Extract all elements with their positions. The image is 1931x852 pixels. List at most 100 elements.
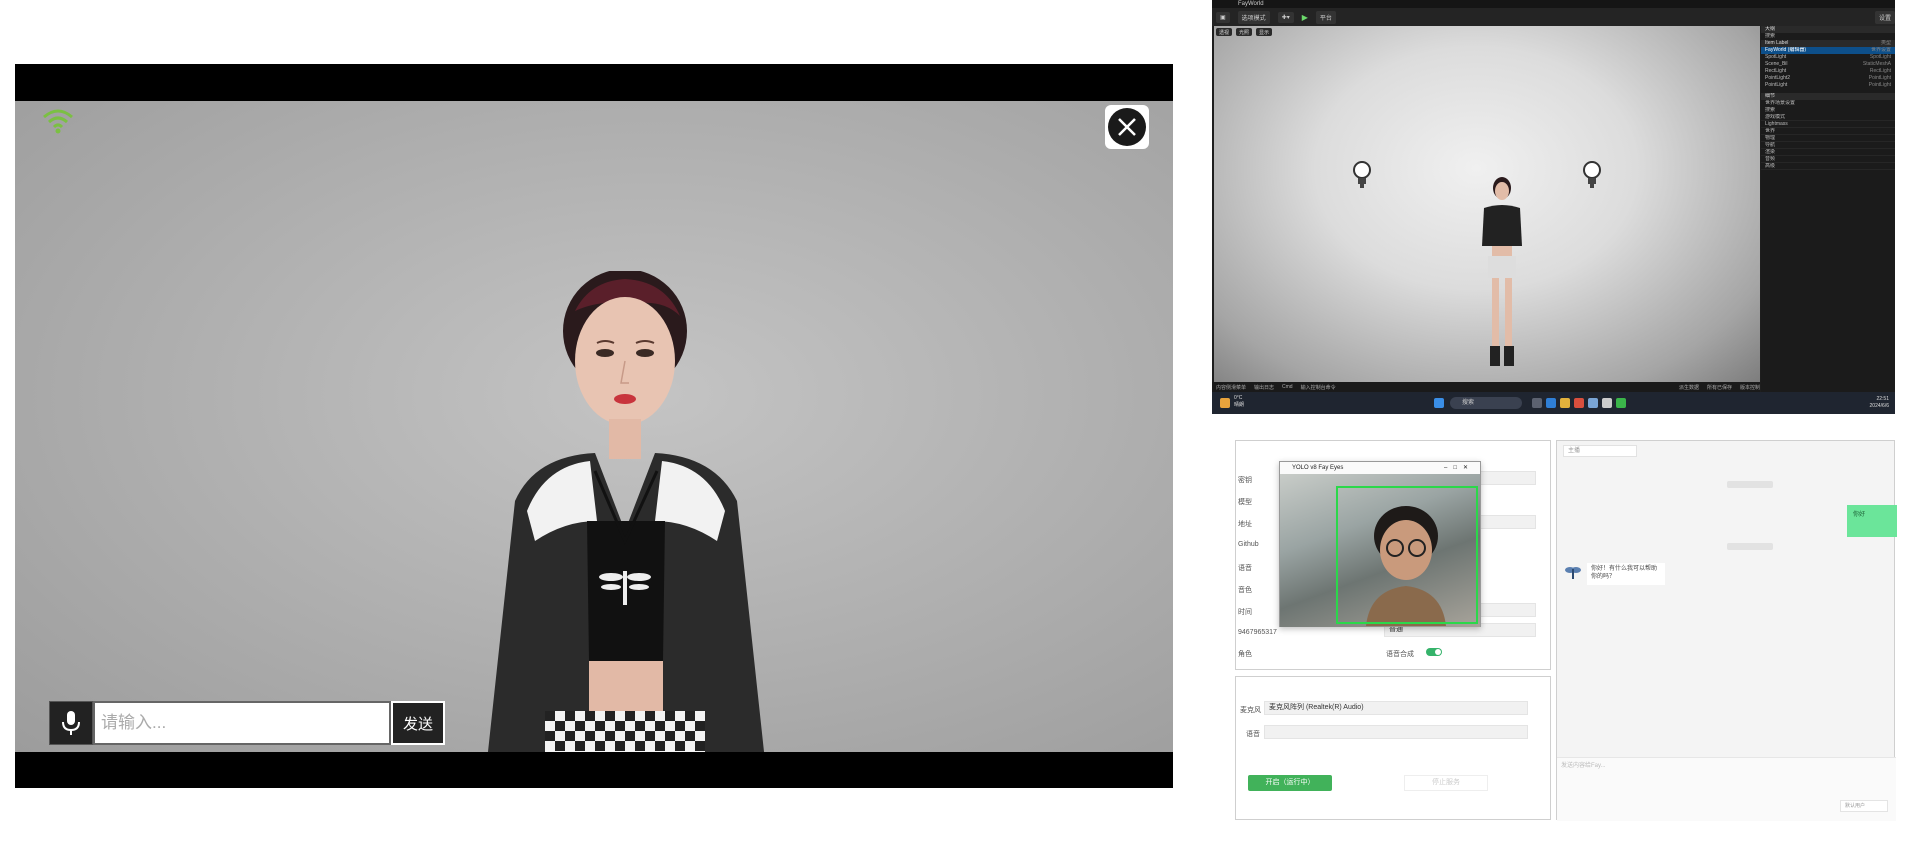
digital-human-avatar (487, 271, 765, 752)
chat-timestamp (1727, 543, 1773, 550)
taskbar-clock[interactable]: 22:51 2024/6/6 (1870, 396, 1889, 410)
details-tab[interactable]: 世界场景设置 (1761, 100, 1895, 107)
mic-select[interactable]: 麦克风阵列 (Realtek(R) Audio) (1264, 701, 1528, 715)
speaker-select[interactable] (1264, 725, 1528, 739)
user-select[interactable]: 默认用户 (1840, 800, 1888, 812)
viewport-lighting[interactable]: 光照 (1236, 28, 1253, 36)
toolbar-platform[interactable]: 平台 (1315, 10, 1336, 24)
outliner-item-label: Item Label (1765, 40, 1789, 46)
details-category[interactable]: 导航 (1761, 142, 1895, 149)
details-category[interactable]: Lightmass (1761, 121, 1895, 128)
details-search[interactable]: 搜索 (1761, 107, 1895, 114)
outliner-item[interactable]: Scene_Bil StaticMeshA (1761, 61, 1895, 68)
close-button[interactable] (1105, 105, 1149, 149)
chat-compose-area[interactable]: 发送内容给Fay... 默认用户 (1557, 757, 1896, 821)
details-category[interactable]: 游戏模式 (1761, 114, 1895, 121)
yolo-camera-window[interactable]: YOLO v8 Fay Eyes –□✕ (1279, 461, 1481, 627)
audio-config-panel: 麦克风 麦克风阵列 (Realtek(R) Audio) 语音 开启（运行中） … (1235, 676, 1551, 820)
details-category[interactable]: 物理 (1761, 135, 1895, 142)
config-label: 地址 (1238, 521, 1252, 528)
window-controls[interactable]: –□✕ (1444, 462, 1474, 474)
level-viewport[interactable]: 透视 光照 显示 (1214, 26, 1760, 382)
stop-service-button[interactable]: 停止服务 (1404, 775, 1488, 791)
send-button[interactable]: 发送 (391, 701, 445, 745)
light-bulb-icon[interactable] (1582, 160, 1602, 190)
outliner-item[interactable]: PointLight PointLight (1761, 82, 1895, 89)
start-icon[interactable] (1434, 398, 1444, 408)
outliner-item[interactable]: SpotLight SpotLight (1761, 54, 1895, 61)
outliner-item[interactable]: PointLight2 PointLight (1761, 75, 1895, 82)
outliner-item-label: FayWorld (编辑器) (1765, 47, 1807, 53)
toolbar-mode[interactable]: 选项模式 (1237, 10, 1270, 24)
app-icon[interactable] (1574, 398, 1584, 408)
start-service-button[interactable]: 开启（运行中） (1248, 775, 1332, 791)
outliner-search[interactable]: 搜索 (1761, 33, 1895, 40)
outliner-item-type: StaticMeshA (1862, 61, 1891, 67)
outliner-item[interactable]: FayWorld (编辑器) 世界设置 (1761, 47, 1895, 54)
chat-input-bar: 发送 (49, 701, 445, 745)
details-header: 细节 (1761, 93, 1895, 100)
cmd-button[interactable]: Cmd (1282, 384, 1293, 390)
unreal-editor-window: FayWorld ▣ 选项模式 ✚▾ ▶ 平台 设置 透视 光照 显示 大纲 搜… (1212, 0, 1895, 414)
outliner-item-label: PointLight (1765, 82, 1788, 88)
chat-compose-placeholder: 发送内容给Fay... (1561, 763, 1606, 769)
taskbar-search[interactable]: 搜索 (1450, 397, 1522, 409)
details-category[interactable]: 高级 (1761, 163, 1895, 170)
role-select[interactable]: 主播 (1563, 445, 1637, 457)
content-drawer-button[interactable]: 内容侧滑菜单 (1216, 384, 1246, 391)
config-label: Github (1238, 541, 1259, 548)
clock-date: 2024/6/6 (1869, 403, 1889, 409)
outliner-panel: 大纲 搜索 Item Label 类型 FayWorld (编辑器) 世界设置 Spot… (1761, 26, 1895, 414)
outliner-item[interactable]: RectLight RectLight (1761, 68, 1895, 75)
outliner-header: 大纲 (1761, 26, 1895, 33)
outliner-item[interactable]: Item Label 类型 (1761, 40, 1895, 47)
message-input[interactable] (93, 701, 391, 745)
avatar-stage: 发送 (15, 101, 1173, 752)
outliner-item-type: 类型 (1880, 40, 1891, 46)
viewport-perspective[interactable]: 透视 (1216, 28, 1233, 36)
derived-data-button[interactable]: 派生数据 (1679, 384, 1699, 391)
editor-status-bar: 内容侧滑菜单 输出日志 Cmd 输入控制台命令 派生数据 所有已保存 版本控制 (1212, 382, 1760, 392)
speaker-label: 语音 (1246, 731, 1260, 738)
details-category[interactable]: 世界 (1761, 128, 1895, 135)
source-control-button[interactable]: 版本控制 (1740, 384, 1760, 391)
outliner-item-type: PointLight (1868, 75, 1891, 81)
save-icon[interactable]: ▣ (1216, 11, 1230, 23)
microphone-button[interactable] (49, 701, 93, 745)
console-input[interactable]: 输入控制台命令 (1301, 384, 1336, 391)
toolbar-settings[interactable]: 设置 (1874, 10, 1895, 24)
auto-play-toggle[interactable] (1426, 648, 1442, 656)
viewport-show[interactable]: 显示 (1256, 28, 1273, 36)
outliner-item-label: PointLight2 (1765, 75, 1791, 81)
chat-panel: 主播 你好 你好！有什么我可以帮助你的吗？ 发送内容给Fay... 默认用户 (1556, 440, 1897, 821)
light-bulb-icon[interactable] (1352, 160, 1372, 190)
task-view-icon[interactable] (1532, 398, 1542, 408)
weather-widget[interactable]: 0°C 晴朗 (1234, 395, 1244, 409)
app-icon[interactable] (1588, 398, 1598, 408)
config-label: 密钥 (1238, 477, 1252, 484)
weather-desc: 晴朗 (1234, 402, 1245, 408)
clock-time: 22:51 (1876, 396, 1889, 402)
avatar-model[interactable] (1472, 174, 1532, 374)
outliner-item-type: SpotLight (1869, 54, 1891, 60)
editor-title: FayWorld (1212, 0, 1895, 8)
play-icon[interactable]: ▶ (1302, 13, 1308, 22)
saved-status: 所有已保存 (1706, 384, 1732, 391)
outliner-item-label: SpotLight (1765, 54, 1787, 60)
outliner-item-label: RectLight (1765, 68, 1787, 74)
wechat-icon[interactable] (1616, 398, 1626, 408)
viewport-toolbar: 透视 光照 显示 (1214, 26, 1760, 38)
details-category[interactable]: 音频 (1761, 156, 1895, 163)
yolo-titlebar: YOLO v8 Fay Eyes –□✕ (1280, 462, 1480, 474)
add-icon[interactable]: ✚▾ (1277, 11, 1294, 23)
config-label: 时间 (1238, 609, 1252, 616)
config-label: 音色 (1238, 587, 1252, 594)
unreal-icon[interactable] (1602, 398, 1612, 408)
weather-icon[interactable] (1220, 398, 1230, 408)
chat-timestamp (1727, 481, 1773, 488)
output-log-button[interactable]: 输出日志 (1254, 384, 1274, 391)
folder-icon[interactable] (1560, 398, 1570, 408)
bot-message-bubble: 你好！有什么我可以帮助你的吗？ (1587, 563, 1665, 585)
edge-icon[interactable] (1546, 398, 1556, 408)
details-category[interactable]: 渲染 (1761, 149, 1895, 156)
